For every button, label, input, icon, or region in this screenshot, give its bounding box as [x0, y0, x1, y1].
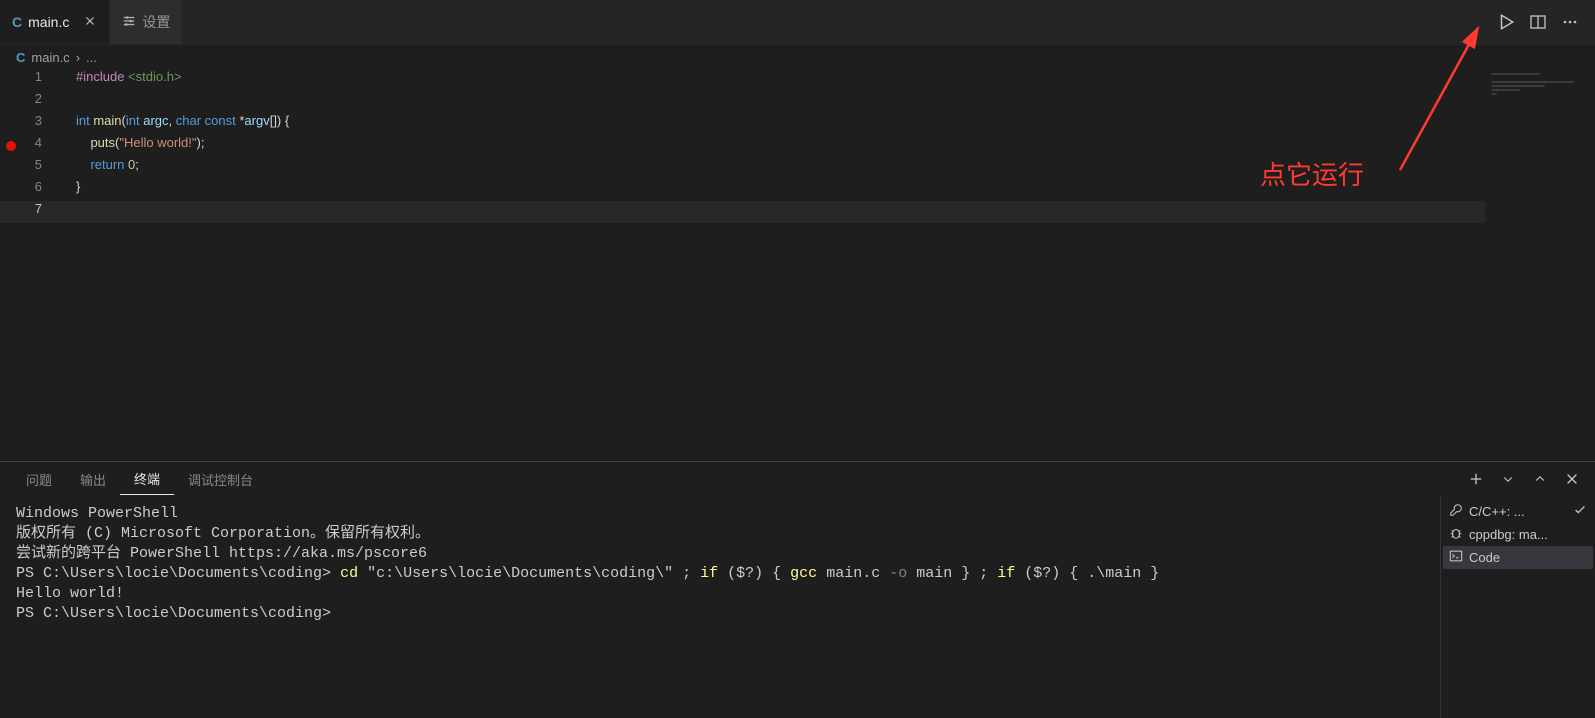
code-line[interactable]: 7	[0, 201, 1595, 223]
bottom-panel: 问题输出终端调试控制台 Windows PowerShell版权所有 (C) M…	[0, 461, 1595, 718]
terminal-icon	[1449, 549, 1463, 566]
editor-actions	[1495, 0, 1595, 44]
tab-label: main.c	[28, 14, 69, 30]
settings-icon	[122, 14, 136, 31]
minimap[interactable]	[1485, 69, 1595, 461]
code-content[interactable]: #include <stdio.h>	[62, 69, 1595, 91]
check-icon	[1573, 503, 1587, 520]
code-content[interactable]	[62, 201, 1595, 223]
minimap-content	[1485, 69, 1595, 105]
code-content[interactable]: int main(int argc, char const *argv[]) {	[62, 113, 1595, 135]
code-content[interactable]: return 0;	[62, 157, 1595, 179]
terminal-session-label: cppdbg: ma...	[1469, 527, 1548, 542]
panel-tab-output[interactable]: 输出	[66, 464, 120, 495]
terminal-session[interactable]: cppdbg: ma...	[1443, 523, 1593, 546]
breakpoint-gutter[interactable]	[0, 201, 22, 223]
line-number: 7	[22, 201, 62, 223]
code-line[interactable]: 3int main(int argc, char const *argv[]) …	[0, 113, 1595, 135]
terminal-line: Windows PowerShell	[16, 504, 1424, 524]
panel-tab-debug-console[interactable]: 调试控制台	[174, 464, 267, 495]
editor[interactable]: 1#include <stdio.h>23int main(int argc, …	[0, 69, 1595, 461]
terminal-session-list: C/C++: ... cppdbg: ma... Code	[1440, 496, 1595, 718]
close-tab-icon[interactable]	[83, 14, 97, 31]
c-file-icon: C	[16, 50, 25, 65]
new-terminal-icon[interactable]	[1465, 468, 1487, 490]
line-number: 2	[22, 91, 62, 113]
breakpoint-gutter[interactable]	[0, 69, 22, 91]
terminal-line: Hello world!	[16, 584, 1424, 604]
line-number: 1	[22, 69, 62, 91]
terminal-session[interactable]: C/C++: ...	[1443, 500, 1593, 523]
panel-tab-terminal[interactable]: 终端	[120, 463, 174, 495]
terminal-line: PS C:\Users\locie\Documents\coding>	[16, 604, 1424, 624]
terminal-line: 尝试新的跨平台 PowerShell https://aka.ms/pscore…	[16, 544, 1424, 564]
terminal-session-label: C/C++: ...	[1469, 504, 1525, 519]
line-number: 5	[22, 157, 62, 179]
code-content[interactable]: }	[62, 179, 1595, 201]
code-content[interactable]	[62, 91, 1595, 113]
line-number: 3	[22, 113, 62, 135]
breakpoint-gutter[interactable]	[0, 135, 22, 157]
code-line[interactable]: 5 return 0;	[0, 157, 1595, 179]
terminal-dropdown-icon[interactable]	[1497, 468, 1519, 490]
split-editor-icon[interactable]	[1527, 11, 1549, 33]
terminal-line: 版权所有 (C) Microsoft Corporation。保留所有权利。	[16, 524, 1424, 544]
run-icon[interactable]	[1495, 11, 1517, 33]
code-line[interactable]: 2	[0, 91, 1595, 113]
breakpoint-gutter[interactable]	[0, 179, 22, 201]
breakpoint-gutter[interactable]	[0, 113, 22, 135]
breadcrumb[interactable]: C main.c › ...	[0, 45, 1595, 69]
close-panel-icon[interactable]	[1561, 468, 1583, 490]
breadcrumb-separator: ›	[76, 50, 80, 65]
maximize-panel-icon[interactable]	[1529, 468, 1551, 490]
code-line[interactable]: 6}	[0, 179, 1595, 201]
terminal-session-label: Code	[1469, 550, 1500, 565]
code-line[interactable]: 1#include <stdio.h>	[0, 69, 1595, 91]
line-number: 6	[22, 179, 62, 201]
tab-file[interactable]: Cmain.c	[0, 0, 110, 44]
panel-tab-problems[interactable]: 问题	[12, 464, 66, 495]
code-line[interactable]: 4 puts("Hello world!");	[0, 135, 1595, 157]
tools-icon	[1449, 503, 1463, 520]
terminal-output[interactable]: Windows PowerShell版权所有 (C) Microsoft Cor…	[0, 496, 1440, 718]
terminal-session[interactable]: Code	[1443, 546, 1593, 569]
breakpoint-gutter[interactable]	[0, 91, 22, 113]
breakpoint-gutter[interactable]	[0, 157, 22, 179]
tab-bar: Cmain.c 设置	[0, 0, 1595, 45]
breadcrumb-file: main.c	[31, 50, 69, 65]
tab-label: 设置	[142, 12, 170, 32]
c-file-icon: C	[12, 14, 22, 30]
panel-tabs: 问题输出终端调试控制台	[0, 462, 1595, 496]
more-icon[interactable]	[1559, 11, 1581, 33]
panel-actions	[1465, 468, 1583, 490]
breakpoint-icon[interactable]	[6, 141, 16, 151]
bug-icon	[1449, 526, 1463, 543]
code-content[interactable]: puts("Hello world!");	[62, 135, 1595, 157]
line-number: 4	[22, 135, 62, 157]
breadcrumb-tail: ...	[86, 50, 97, 65]
tab-settings[interactable]: 设置	[110, 0, 183, 44]
terminal-line: PS C:\Users\locie\Documents\coding> cd "…	[16, 564, 1424, 584]
